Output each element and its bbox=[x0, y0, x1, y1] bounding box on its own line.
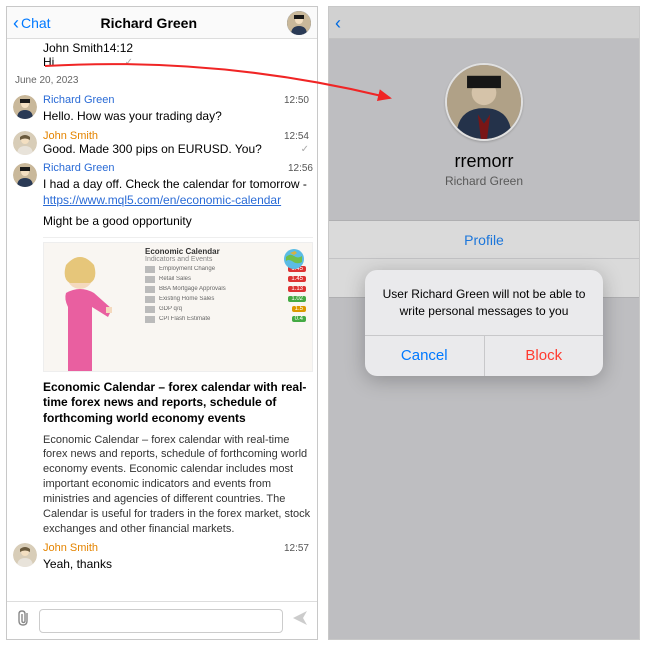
sender-name: John Smith bbox=[43, 41, 103, 55]
message-text: I had a day off. Check the calendar for … bbox=[43, 176, 313, 229]
message-row: Richard Green 12:56 I had a day off. Chec… bbox=[7, 158, 317, 538]
chat-body[interactable]: John Smith14:12 Hi✓ June 20, 2023 Richar… bbox=[7, 39, 317, 601]
message-row: Richard Green 12:50 Hello. How was your t… bbox=[7, 90, 317, 126]
message-time: 12:50 bbox=[284, 95, 309, 106]
chat-title: Richard Green bbox=[11, 15, 287, 31]
read-check-icon: ✓ bbox=[301, 144, 309, 155]
profile-screen: ‹ rremorr Richard Green Profile Open Cha… bbox=[328, 6, 640, 640]
message-text: Hello. How was your trading day? bbox=[43, 108, 309, 124]
date-separator: June 20, 2023 bbox=[7, 71, 317, 90]
avatar[interactable] bbox=[13, 95, 37, 119]
send-icon[interactable] bbox=[291, 609, 309, 632]
message-text: Good. Made 300 pips on EURUSD. You? bbox=[43, 142, 262, 156]
message-row: John Smith 12:57 Yeah, thanks bbox=[7, 538, 317, 574]
avatar[interactable] bbox=[13, 131, 37, 155]
avatar[interactable] bbox=[13, 163, 37, 187]
preview-image: Economic Calendar Indicators and Events … bbox=[43, 242, 313, 372]
message-text: Hi bbox=[43, 55, 54, 69]
sender-name: John Smith bbox=[43, 542, 98, 554]
alert-message: User Richard Green will not be able to w… bbox=[365, 270, 603, 334]
avatar[interactable] bbox=[13, 543, 37, 567]
sender-name: Richard Green bbox=[43, 162, 115, 174]
input-bar bbox=[7, 601, 317, 639]
preview-title: Economic Calendar – forex calendar with … bbox=[43, 380, 313, 427]
header-avatar[interactable] bbox=[287, 11, 311, 35]
message-time: 14:12 bbox=[103, 41, 133, 55]
message-time: 12:57 bbox=[284, 543, 309, 554]
cancel-button[interactable]: Cancel bbox=[365, 336, 485, 376]
message-row: John Smith14:12 Hi ✓ bbox=[7, 39, 317, 71]
sender-name: Richard Green bbox=[43, 94, 115, 106]
chat-navbar: ‹ Chat Richard Green bbox=[7, 7, 317, 39]
modal-overlay: User Richard Green will not be able to w… bbox=[329, 7, 639, 639]
sender-name: John Smith bbox=[43, 130, 98, 142]
link-preview[interactable]: Economic Calendar Indicators and Events … bbox=[43, 237, 313, 537]
block-button[interactable]: Block bbox=[485, 336, 604, 376]
chat-screen: ‹ Chat Richard Green John Smith14:12 Hi✓… bbox=[6, 6, 318, 640]
attach-icon[interactable] bbox=[15, 609, 31, 632]
message-time: 12:56 bbox=[288, 163, 313, 174]
message-time: 12:54 bbox=[284, 131, 309, 142]
message-row: John Smith 12:54 Good. Made 300 pips on E… bbox=[7, 126, 317, 158]
preview-description: Economic Calendar – forex calendar with … bbox=[43, 433, 313, 537]
globe-icon bbox=[282, 247, 306, 271]
message-input[interactable] bbox=[39, 609, 283, 633]
read-check-icon: ✓ bbox=[125, 57, 133, 68]
block-alert: User Richard Green will not be able to w… bbox=[365, 270, 603, 375]
message-text: Yeah, thanks bbox=[43, 556, 309, 572]
calendar-link[interactable]: https://www.mql5.com/en/economic-calenda… bbox=[43, 193, 281, 207]
